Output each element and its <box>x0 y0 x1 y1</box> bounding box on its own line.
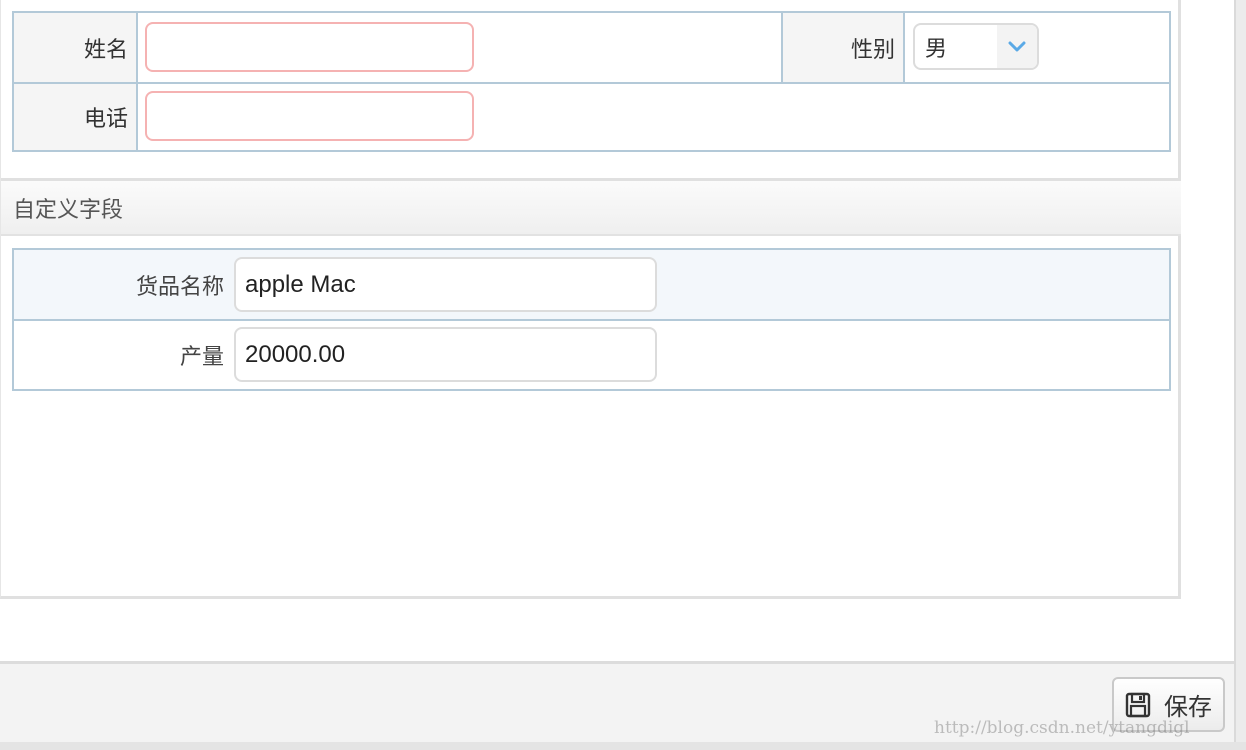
custom-fields-header: 自定义字段 <box>1 178 1181 236</box>
save-button-label: 保存 <box>1164 693 1212 721</box>
output-field[interactable] <box>234 327 657 382</box>
gender-label: 性别 <box>781 13 905 82</box>
product-name-label: 货品名称 <box>135 274 224 300</box>
chevron-down-icon[interactable] <box>997 25 1037 68</box>
name-field[interactable] <box>145 22 474 72</box>
floppy-disk-icon <box>1124 691 1152 719</box>
gender-selected-value: 男 <box>925 36 948 62</box>
window-right-edge <box>1234 0 1246 750</box>
phone-field[interactable] <box>145 91 474 141</box>
form-panel: 姓名 性别 男 电话 自定义字段 货品名称 产量 <box>0 0 1181 599</box>
footer-divider <box>0 742 1246 750</box>
table-row: 产量 <box>14 321 1169 389</box>
gender-select[interactable]: 男 <box>913 23 1039 70</box>
name-label: 姓名 <box>14 13 138 82</box>
basic-info-table: 姓名 性别 男 电话 <box>12 11 1171 152</box>
table-row: 货品名称 <box>14 250 1169 321</box>
watermark-text: http://blog.csdn.net/ytangdigl <box>934 718 1190 738</box>
custom-fields-table: 货品名称 产量 <box>12 248 1171 391</box>
table-row: 电话 <box>14 84 1169 150</box>
phone-label: 电话 <box>14 84 138 150</box>
product-name-field[interactable] <box>234 257 657 312</box>
output-label: 产量 <box>179 345 224 370</box>
table-row: 姓名 性别 男 <box>14 13 1169 84</box>
